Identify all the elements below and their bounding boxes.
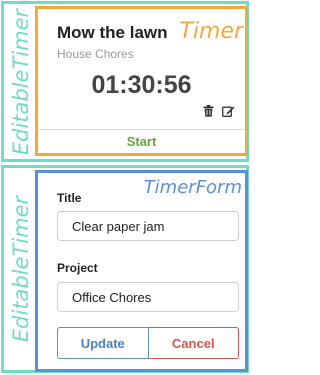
title-input[interactable] bbox=[57, 211, 239, 241]
cancel-button[interactable]: Cancel bbox=[148, 327, 239, 359]
project-input[interactable] bbox=[57, 282, 239, 312]
form-buttons: Update Cancel bbox=[57, 327, 239, 359]
timer-component-label: Timer bbox=[179, 19, 243, 44]
update-button[interactable]: Update bbox=[57, 327, 149, 359]
elapsed-time: 01:30:56 bbox=[91, 71, 192, 99]
project-field-label: Project bbox=[57, 261, 98, 275]
start-button[interactable]: Start bbox=[38, 130, 245, 153]
timer-form-component-label: TimerForm bbox=[143, 177, 242, 198]
editable-timer-label: EditableTimer bbox=[9, 195, 34, 343]
timer-card: Timer Mow the lawn House Chores 01:30:56… bbox=[35, 6, 248, 156]
timer-project: House Chores bbox=[57, 47, 134, 61]
timer-form-card: TimerForm Title Project Update Cancel bbox=[35, 170, 248, 372]
editable-timer-label: EditableTimer bbox=[9, 8, 34, 155]
timer-title: Mow the lawn bbox=[57, 23, 168, 42]
edit-icon[interactable] bbox=[222, 105, 235, 117]
trash-icon[interactable] bbox=[203, 105, 214, 117]
timer-actions bbox=[203, 105, 235, 117]
title-field-label: Title bbox=[57, 191, 82, 205]
